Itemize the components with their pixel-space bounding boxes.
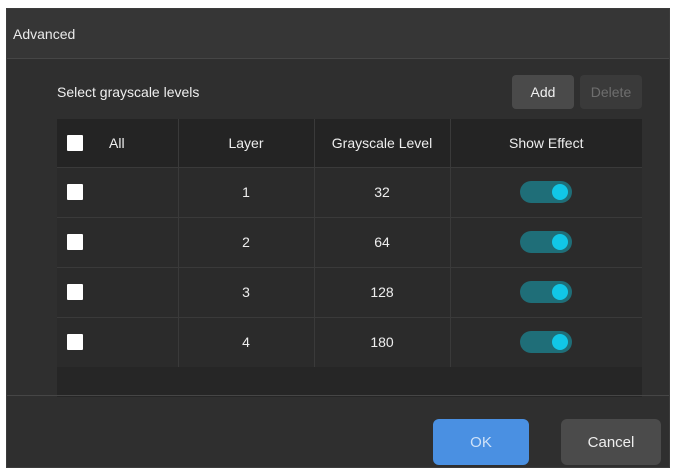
row-actions: Add Delete	[512, 75, 642, 109]
footer-divider	[7, 395, 669, 396]
layer-cell: 2	[178, 217, 315, 267]
row-select-cell	[57, 317, 179, 367]
header-show-effect: Show Effect	[509, 134, 584, 151]
toggle-knob	[552, 284, 569, 300]
toggle-knob	[552, 234, 569, 250]
dialog-titlebar: Advanced	[7, 9, 669, 59]
toggle-knob	[552, 184, 569, 200]
row-checkbox[interactable]	[67, 234, 83, 250]
header-layer: Layer	[178, 119, 315, 167]
table-row: 2 64	[57, 217, 642, 267]
grayscale-cell: 32	[314, 167, 451, 217]
show-effect-toggle[interactable]	[520, 331, 573, 354]
add-button[interactable]: Add	[512, 75, 574, 109]
grayscale-cell: 180	[314, 317, 451, 367]
row-select-cell	[57, 217, 179, 267]
show-effect-toggle[interactable]	[520, 281, 573, 303]
header-all-label: All	[109, 134, 125, 151]
row-select-cell	[57, 167, 179, 217]
show-effect-cell	[450, 267, 642, 317]
table-row: 4 180	[57, 317, 642, 367]
show-effect-cell	[450, 217, 642, 267]
layer-cell: 1	[178, 167, 315, 217]
show-effect-toggle[interactable]	[520, 181, 573, 203]
delete-button[interactable]: Delete	[580, 75, 642, 109]
header-grayscale-level: Grayscale Level	[314, 119, 451, 167]
cancel-button[interactable]: Cancel	[561, 419, 661, 465]
table-row: 1 32	[57, 167, 642, 217]
grayscale-cell: 64	[314, 217, 451, 267]
row-select-cell	[57, 267, 179, 317]
section-header: Select grayscale levels Add Delete	[57, 75, 642, 109]
row-checkbox[interactable]	[67, 334, 83, 351]
layer-cell: 3	[178, 267, 315, 317]
layer-cell: 4	[178, 317, 315, 367]
row-checkbox[interactable]	[67, 184, 83, 200]
grayscale-cell: 128	[314, 267, 451, 317]
ok-button[interactable]: OK	[433, 419, 529, 465]
header-all: All	[57, 119, 179, 167]
show-effect-cell	[450, 317, 642, 367]
section-label: Select grayscale levels	[57, 84, 200, 100]
advanced-dialog: Advanced Select grayscale levels Add Del…	[6, 8, 670, 468]
select-all-checkbox[interactable]	[67, 134, 83, 151]
table-row: 3 128	[57, 267, 642, 317]
toggle-knob	[552, 334, 569, 351]
show-effect-cell	[450, 167, 642, 217]
show-effect-toggle[interactable]	[520, 231, 573, 253]
grayscale-table: All Layer Grayscale Level Show Effect 13…	[57, 119, 642, 397]
table-header-row: All Layer Grayscale Level Show Effect	[57, 119, 642, 167]
dialog-title: Advanced	[13, 25, 76, 42]
row-checkbox[interactable]	[67, 284, 83, 300]
